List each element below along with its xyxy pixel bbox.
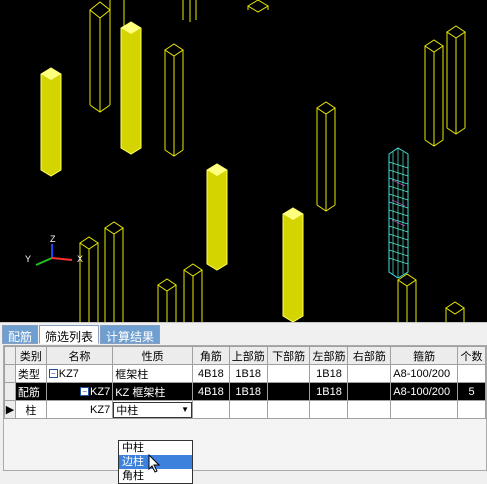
cell-right-bar[interactable] <box>347 382 392 401</box>
cell-count[interactable] <box>457 400 486 419</box>
table-row[interactable]: 配筋 − KZ7 KZ 框架柱 4B18 1B18 1B18 A8-100/200… <box>4 382 486 401</box>
col-header-bottom-bar[interactable]: 下部筋 <box>266 346 311 365</box>
cell-property[interactable]: 框架柱 <box>112 364 194 383</box>
wire-column <box>157 278 177 322</box>
cell-top-bar[interactable] <box>228 400 268 419</box>
col-header-category[interactable]: 类别 <box>14 346 47 365</box>
filter-grid: 类别 名称 性质 角筋 上部筋 下部筋 左部筋 右部筋 箍筋 个数 类型 − KZ… <box>3 345 487 484</box>
wire-column <box>445 301 465 322</box>
z-axis-label: Z <box>50 234 56 244</box>
row-indicator <box>4 382 16 401</box>
solid-column <box>282 207 304 322</box>
wire-column <box>182 0 197 22</box>
cell-count[interactable] <box>457 364 486 383</box>
wire-column <box>89 1 111 113</box>
cell-name[interactable]: KZ7 <box>45 400 114 419</box>
3d-viewport[interactable]: Z Y X <box>0 0 487 322</box>
mouse-pointer-icon <box>148 454 161 473</box>
filter-table: 类别 名称 性质 角筋 上部筋 下部筋 左部筋 右部筋 箍筋 个数 类型 − KZ… <box>4 346 486 419</box>
cell-stirrup[interactable]: A8-100/200 <box>390 364 458 383</box>
col-header-top-bar[interactable]: 上部筋 <box>228 346 268 365</box>
cell-corner-bar[interactable] <box>192 400 230 419</box>
cell-category[interactable]: 配筋 <box>14 382 47 401</box>
col-header-count[interactable]: 个数 <box>457 346 486 365</box>
wire-column <box>397 273 417 322</box>
collapse-icon[interactable]: − <box>48 369 58 379</box>
col-header-stirrup[interactable]: 箍筋 <box>390 346 458 365</box>
collapse-icon[interactable]: − <box>80 387 90 397</box>
wire-column <box>446 25 466 135</box>
properties-panel: 配筋 筛选列表 计算结果 类别 名称 性质 角筋 上部筋 下部筋 左部筋 右部筋… <box>0 322 487 484</box>
cell-bottom-bar[interactable] <box>266 400 311 419</box>
cell-name[interactable]: − KZ7 <box>45 382 114 401</box>
col-header-corner-bar[interactable]: 角筋 <box>192 346 230 365</box>
cell-category[interactable]: 柱 <box>14 400 47 419</box>
cell-name-text: KZ7 <box>90 385 111 398</box>
wire-column <box>79 236 99 322</box>
cell-corner-bar[interactable]: 4B18 <box>192 382 230 401</box>
tab-filter-list[interactable]: 筛选列表 <box>39 325 100 344</box>
col-header-right-bar[interactable]: 右部筋 <box>347 346 392 365</box>
cell-bottom-bar[interactable] <box>266 364 311 383</box>
cell-right-bar[interactable] <box>347 400 392 419</box>
cell-corner-bar[interactable]: 4B18 <box>192 364 230 383</box>
col-header-name[interactable]: 名称 <box>45 346 114 365</box>
cell-stirrup[interactable] <box>390 400 458 419</box>
wire-column <box>164 43 184 157</box>
col-header-property[interactable]: 性质 <box>112 346 194 365</box>
table-row[interactable]: ▶ 柱 KZ7 中柱 ▼ <box>4 400 486 419</box>
x-axis-line <box>51 257 73 261</box>
y-axis-line <box>35 257 53 266</box>
row-indicator-header <box>4 346 16 365</box>
cell-property[interactable]: KZ 框架柱 <box>112 382 194 401</box>
chevron-down-icon[interactable]: ▼ <box>181 405 189 414</box>
row-indicator <box>4 364 16 383</box>
wire-column <box>247 0 269 13</box>
table-row[interactable]: 类型 − KZ7 框架柱 4B18 1B18 1B18 A8-100/200 <box>4 364 486 383</box>
axis-indicator: Z Y X <box>25 234 83 266</box>
current-row-arrow-icon: ▶ <box>4 400 16 419</box>
cell-name[interactable]: − KZ7 <box>45 364 114 383</box>
cell-right-bar[interactable] <box>347 364 392 383</box>
cell-name-text: KZ7 <box>58 367 79 380</box>
property-select[interactable]: 中柱 ▼ <box>113 401 192 418</box>
cell-left-bar[interactable] <box>309 400 349 419</box>
tab-bar: 配筋 筛选列表 计算结果 <box>2 325 161 344</box>
cell-left-bar[interactable]: 1B18 <box>309 382 349 401</box>
cell-top-bar[interactable]: 1B18 <box>228 382 268 401</box>
column-model-view: Z Y X <box>25 0 466 322</box>
solid-column <box>40 67 62 177</box>
col-header-left-bar[interactable]: 左部筋 <box>309 346 349 365</box>
tab-calc-result[interactable]: 计算结果 <box>100 325 161 344</box>
header-row: 类别 名称 性质 角筋 上部筋 下部筋 左部筋 右部筋 箍筋 个数 <box>4 346 486 365</box>
solid-column <box>206 163 228 271</box>
tab-reinforcement[interactable]: 配筋 <box>2 325 39 344</box>
wire-column <box>424 39 444 147</box>
cell-count[interactable]: 5 <box>457 382 486 401</box>
wire-column <box>183 263 203 322</box>
cell-property-editor[interactable]: 中柱 ▼ <box>112 400 194 419</box>
selected-column <box>388 147 409 279</box>
cell-bottom-bar[interactable] <box>266 382 311 401</box>
dropdown-option-middle[interactable]: 中柱 <box>119 441 192 455</box>
wire-column <box>104 221 124 322</box>
cell-stirrup[interactable]: A8-100/200 <box>390 382 458 401</box>
property-select-value: 中柱 <box>116 404 139 417</box>
cell-top-bar[interactable]: 1B18 <box>228 364 268 383</box>
y-axis-label: Y <box>25 254 31 264</box>
solid-column <box>120 21 142 155</box>
cell-left-bar[interactable]: 1B18 <box>309 364 349 383</box>
cell-category[interactable]: 类型 <box>14 364 47 383</box>
x-axis-label: X <box>77 254 83 264</box>
wire-column <box>316 101 336 212</box>
